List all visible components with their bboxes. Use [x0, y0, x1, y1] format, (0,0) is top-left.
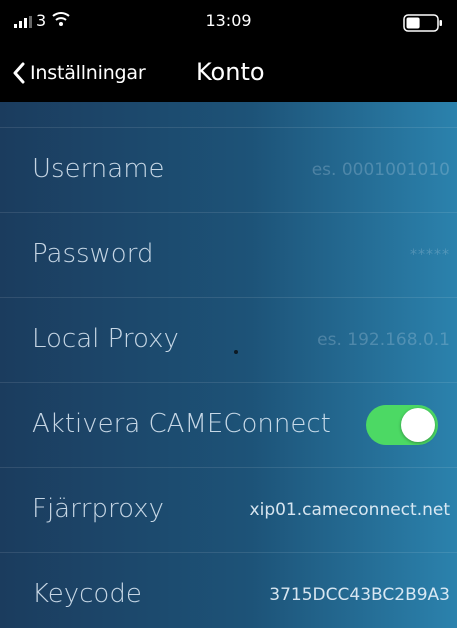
- remote-proxy-row[interactable]: Fjärrproxy xip01.cameconnect.net: [0, 468, 457, 553]
- username-row[interactable]: Username es. 0001001010: [0, 128, 457, 213]
- password-field[interactable]: *****: [410, 247, 450, 263]
- status-bar: 3 13:09: [0, 0, 457, 44]
- password-label: Password: [32, 239, 154, 269]
- remote-proxy-label: Fjärrproxy: [32, 494, 164, 524]
- keycode-field[interactable]: 3715DCC43BC2B9A3: [269, 585, 450, 605]
- account-settings-list: Username es. 0001001010 Password ***** L…: [0, 102, 457, 628]
- password-row[interactable]: Password *****: [0, 213, 457, 298]
- page-title: Konto: [196, 58, 265, 86]
- cameconnect-toggle[interactable]: [366, 405, 438, 445]
- cameconnect-label: Aktivera CAMEConnect: [32, 409, 331, 439]
- back-button[interactable]: Inställningar: [12, 55, 146, 91]
- cursor-dot: [234, 350, 238, 354]
- battery-icon: [403, 14, 442, 32]
- back-label: Inställningar: [30, 62, 146, 84]
- local-proxy-label: Local Proxy: [32, 324, 179, 354]
- username-label: Username: [32, 154, 165, 184]
- status-time: 13:09: [205, 11, 252, 30]
- list-row-top: [0, 102, 457, 128]
- local-proxy-row[interactable]: Local Proxy es. 192.168.0.1: [0, 298, 457, 383]
- keycode-row[interactable]: Keycode 3715DCC43BC2B9A3: [0, 553, 457, 628]
- chevron-left-icon: [13, 62, 25, 84]
- username-field[interactable]: es. 0001001010: [312, 160, 450, 180]
- toggle-knob: [401, 408, 435, 442]
- cameconnect-row: Aktivera CAMEConnect: [0, 383, 457, 468]
- remote-proxy-field[interactable]: xip01.cameconnect.net: [250, 500, 450, 520]
- keycode-label: Keycode: [32, 579, 142, 609]
- local-proxy-field[interactable]: es. 192.168.0.1: [317, 330, 450, 350]
- navigation-bar: Inställningar Konto: [0, 44, 457, 102]
